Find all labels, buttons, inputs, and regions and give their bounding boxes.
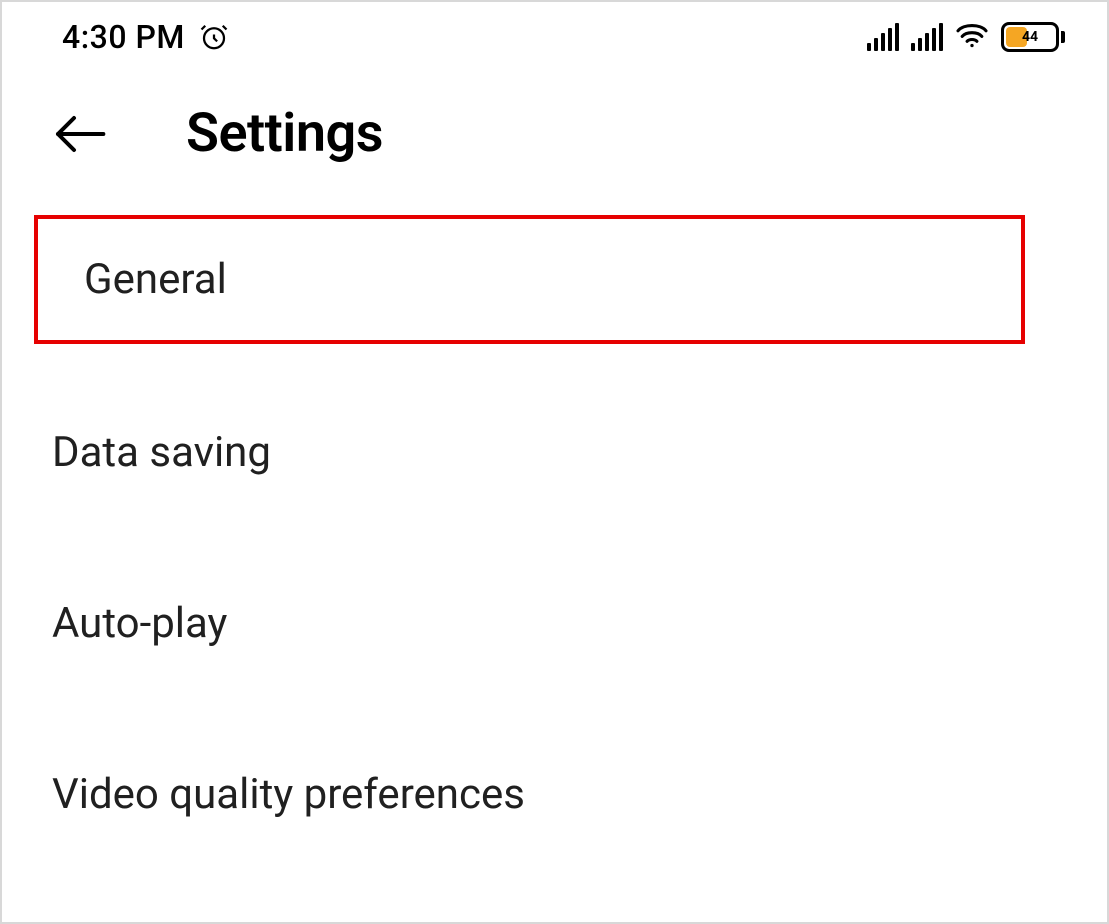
alarm-icon (199, 22, 229, 52)
settings-item-label: Auto-play (52, 599, 227, 648)
page-title: Settings (186, 102, 383, 165)
battery-percent: 44 (1022, 29, 1038, 45)
header: Settings (2, 72, 1107, 205)
wifi-icon (955, 21, 989, 53)
settings-item-label: Video quality preferences (52, 770, 525, 819)
settings-list: General Data saving Auto-play Video qual… (2, 205, 1107, 901)
status-left: 4:30 PM (62, 18, 229, 56)
signal-strength-1-icon (867, 23, 899, 51)
status-right: 44 (867, 21, 1065, 53)
signal-strength-2-icon (911, 23, 943, 51)
settings-item-general[interactable]: General (34, 215, 1025, 344)
status-time: 4:30 PM (62, 18, 185, 56)
settings-item-video-quality[interactable]: Video quality preferences (2, 730, 1107, 859)
settings-item-data-saving[interactable]: Data saving (2, 388, 1107, 517)
settings-item-label: Data saving (52, 428, 271, 477)
back-button[interactable] (50, 110, 114, 158)
settings-item-auto-play[interactable]: Auto-play (2, 559, 1107, 688)
status-bar: 4:30 PM (2, 2, 1107, 72)
battery-icon: 44 (1001, 22, 1065, 52)
settings-item-label: General (84, 255, 227, 304)
